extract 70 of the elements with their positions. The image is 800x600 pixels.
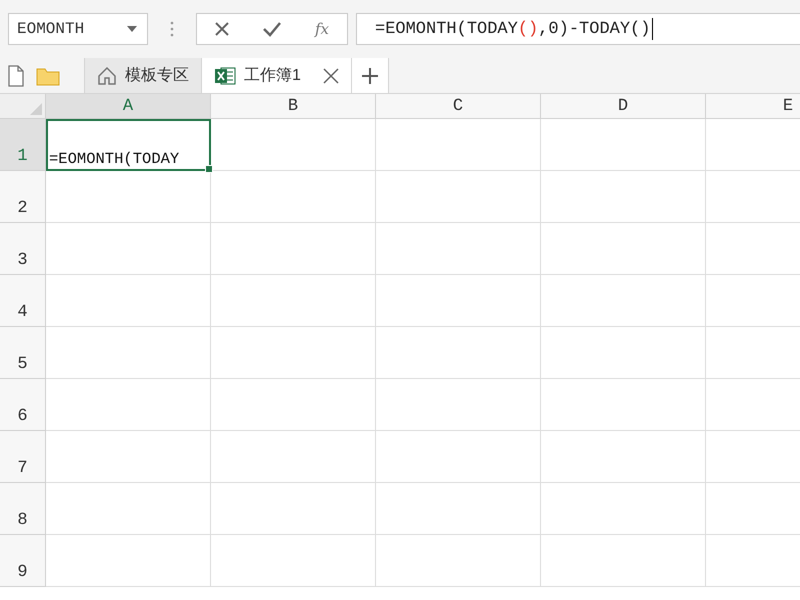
new-tab-button[interactable] xyxy=(350,58,389,93)
close-icon xyxy=(322,68,339,84)
row-header[interactable]: 7 xyxy=(0,431,46,483)
column-header[interactable]: A xyxy=(46,94,211,119)
text-cursor xyxy=(652,18,654,40)
grid-cell[interactable] xyxy=(46,171,211,223)
close-icon xyxy=(214,21,230,37)
grid-cell[interactable] xyxy=(376,379,541,431)
grid-cell[interactable] xyxy=(46,275,211,327)
grid-cell[interactable] xyxy=(541,483,706,535)
check-icon xyxy=(262,21,282,37)
grid-cell[interactable] xyxy=(46,431,211,483)
dropdown-caret-icon xyxy=(127,26,137,32)
spreadsheet-icon xyxy=(214,66,236,86)
grid-cell[interactable] xyxy=(211,379,376,431)
row-header[interactable]: 3 xyxy=(0,223,46,275)
column-header[interactable]: B xyxy=(211,94,376,119)
grid-cell[interactable] xyxy=(46,379,211,431)
grid-cell[interactable] xyxy=(541,171,706,223)
insert-function-button[interactable]: fx xyxy=(307,15,337,43)
grid-cell[interactable] xyxy=(46,483,211,535)
grid-cell[interactable] xyxy=(541,379,706,431)
grid-cell[interactable] xyxy=(376,431,541,483)
row-header[interactable]: 2 xyxy=(0,171,46,223)
home-icon xyxy=(97,66,117,86)
column-header[interactable]: E xyxy=(706,94,800,119)
row-header[interactable]: 9 xyxy=(0,535,46,587)
active-cell[interactable]: =EOMONTH(TODAY xyxy=(46,119,211,171)
more-icon xyxy=(170,21,174,37)
grid-cell[interactable] xyxy=(376,119,541,171)
file-tab[interactable]: 工作簿1 xyxy=(201,58,351,93)
grid-cell[interactable] xyxy=(376,327,541,379)
grid-cell[interactable] xyxy=(541,119,706,171)
row-header[interactable]: 4 xyxy=(0,275,46,327)
row-header[interactable]: 5 xyxy=(0,327,46,379)
grid-cell[interactable] xyxy=(211,431,376,483)
grid-cell[interactable] xyxy=(46,327,211,379)
row-header[interactable]: 8 xyxy=(0,483,46,535)
formula-field[interactable]: =EOMONTH(TODAY(),0)-TODAY() xyxy=(356,13,800,45)
corner-triangle-icon xyxy=(30,103,42,115)
grid-cell[interactable] xyxy=(211,483,376,535)
file-tab[interactable]: 模板专区 xyxy=(84,58,201,93)
grid-cell[interactable] xyxy=(211,275,376,327)
column-header[interactable]: D xyxy=(541,94,706,119)
grid-cell[interactable] xyxy=(211,223,376,275)
grid-cell[interactable] xyxy=(46,535,211,587)
row-header[interactable]: 6 xyxy=(0,379,46,431)
grid-cell[interactable] xyxy=(541,223,706,275)
name-box[interactable]: EOMONTH xyxy=(8,13,148,45)
grid-cell[interactable] xyxy=(211,535,376,587)
grid-cell[interactable] xyxy=(541,327,706,379)
grid-cell[interactable] xyxy=(376,275,541,327)
grid-cell[interactable] xyxy=(376,483,541,535)
folder-icon xyxy=(36,66,60,86)
close-tab-button[interactable] xyxy=(322,68,339,84)
fill-handle[interactable] xyxy=(205,165,213,173)
grid-cell[interactable] xyxy=(376,171,541,223)
grid-cell[interactable] xyxy=(541,535,706,587)
row-header[interactable]: 1 xyxy=(0,119,46,171)
column-header[interactable]: C xyxy=(376,94,541,119)
grid-cell[interactable] xyxy=(211,327,376,379)
grid-cell[interactable] xyxy=(541,275,706,327)
plus-icon xyxy=(360,66,379,84)
grid-cell[interactable] xyxy=(376,535,541,587)
grid-cell[interactable] xyxy=(376,223,541,275)
grid-cell[interactable] xyxy=(541,431,706,483)
document-icon xyxy=(7,64,25,86)
grid-cell[interactable] xyxy=(211,171,376,223)
grid-cell[interactable] xyxy=(211,119,376,171)
grid-cell[interactable] xyxy=(46,223,211,275)
